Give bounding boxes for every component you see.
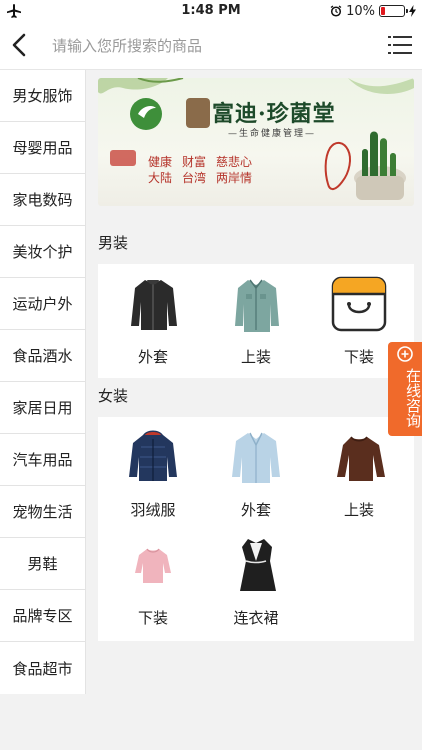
battery-percent: 10% [346,3,375,19]
banner-brand: 富迪·珍菌堂 [212,101,336,127]
green-shirt-icon [235,279,279,332]
online-consult-button[interactable]: 在线咨询 [388,342,422,436]
sidebar-item-clothing[interactable]: 男女服饰 [0,70,86,122]
sidebar-item-pets[interactable]: 宠物生活 [0,486,86,538]
brown-sweater-icon [337,436,385,481]
category-women-down-jacket[interactable]: 羽绒服 [98,427,208,520]
online-consult-label: 在线咨询 [404,368,422,428]
sidebar-item-brands[interactable]: 品牌专区 [0,590,86,642]
category-women-tops[interactable]: 上装 [304,427,414,520]
sidebar-item-beauty[interactable]: 美妆个护 [0,226,86,278]
battery-icon [379,5,408,17]
sidebar-item-supermarket[interactable]: 食品超市 [0,642,86,694]
sidebar-item-home[interactable]: 家居日用 [0,382,86,434]
search-input[interactable] [52,34,362,58]
category-label: 下装 [137,609,168,627]
plus-circle-icon [397,346,413,362]
slogan-text: 健康 [148,155,173,169]
sidebar-item-food-drinks[interactable]: 食品酒水 [0,330,86,382]
category-men-outerwear[interactable]: 外套 [98,274,208,367]
black-dress-icon [240,539,276,591]
women-category-panel: 羽绒服 外套 上装 下装 连衣裙 [98,417,414,641]
category-content: 富迪·珍菌堂 —生命健康管理— 健康 财富 慈悲心 大陆 台湾 两岸情 男装 外… [86,70,422,694]
category-women-dress[interactable]: 连衣裙 [201,535,311,628]
banner-slogans: 健康 财富 慈悲心 大陆 台湾 两岸情 [148,154,252,186]
category-label: 羽绒服 [130,501,176,519]
search-header [0,22,422,70]
category-women-bottoms[interactable]: 下装 [98,535,208,628]
men-category-panel: 外套 上装 下装 [98,264,414,378]
alarm-icon [330,5,342,17]
banner-tagline: —生命健康管理— [228,129,317,139]
sidebar-item-baby[interactable]: 母婴用品 [0,122,86,174]
status-bar: 1:48 PM 10% [0,0,422,22]
section-title-women: 女装 [98,387,129,405]
slogan-text: 慈悲心 [216,155,253,169]
category-label: 上装 [240,348,271,366]
down-jacket-icon [129,430,177,481]
slogan-text: 台湾 [182,171,207,185]
category-men-tops[interactable]: 上装 [201,274,311,367]
slogan-text: 两岸情 [216,171,253,185]
list-menu-icon[interactable] [388,34,412,56]
pink-top-icon [135,548,171,583]
back-arrow-icon[interactable] [8,32,32,58]
sidebar-item-mens-shoes[interactable]: 男鞋 [0,538,86,590]
category-label: 外套 [137,348,168,366]
category-label: 上装 [343,501,374,519]
light-blue-coat-icon [232,432,280,483]
shopping-bag-icon [331,276,387,332]
slogan-text: 财富 [182,155,207,169]
charging-icon [409,5,416,17]
status-right: 10% [330,3,416,19]
sidebar-item-auto[interactable]: 汽车用品 [0,434,86,486]
sidebar-item-electronics[interactable]: 家电数码 [0,174,86,226]
sidebar-item-sports[interactable]: 运动户外 [0,278,86,330]
category-label: 外套 [240,501,271,519]
category-sidebar: 男女服饰 母婴用品 家电数码 美妆个护 运动户外 食品酒水 家居日用 汽车用品 … [0,70,86,694]
promo-banner[interactable]: 富迪·珍菌堂 —生命健康管理— 健康 财富 慈悲心 大陆 台湾 两岸情 [98,78,414,206]
black-jacket-icon [131,280,177,330]
slogan-text: 大陆 [148,171,173,185]
section-title-men: 男装 [98,234,129,252]
category-women-coat[interactable]: 外套 [201,427,311,520]
category-label: 连衣裙 [233,609,279,627]
